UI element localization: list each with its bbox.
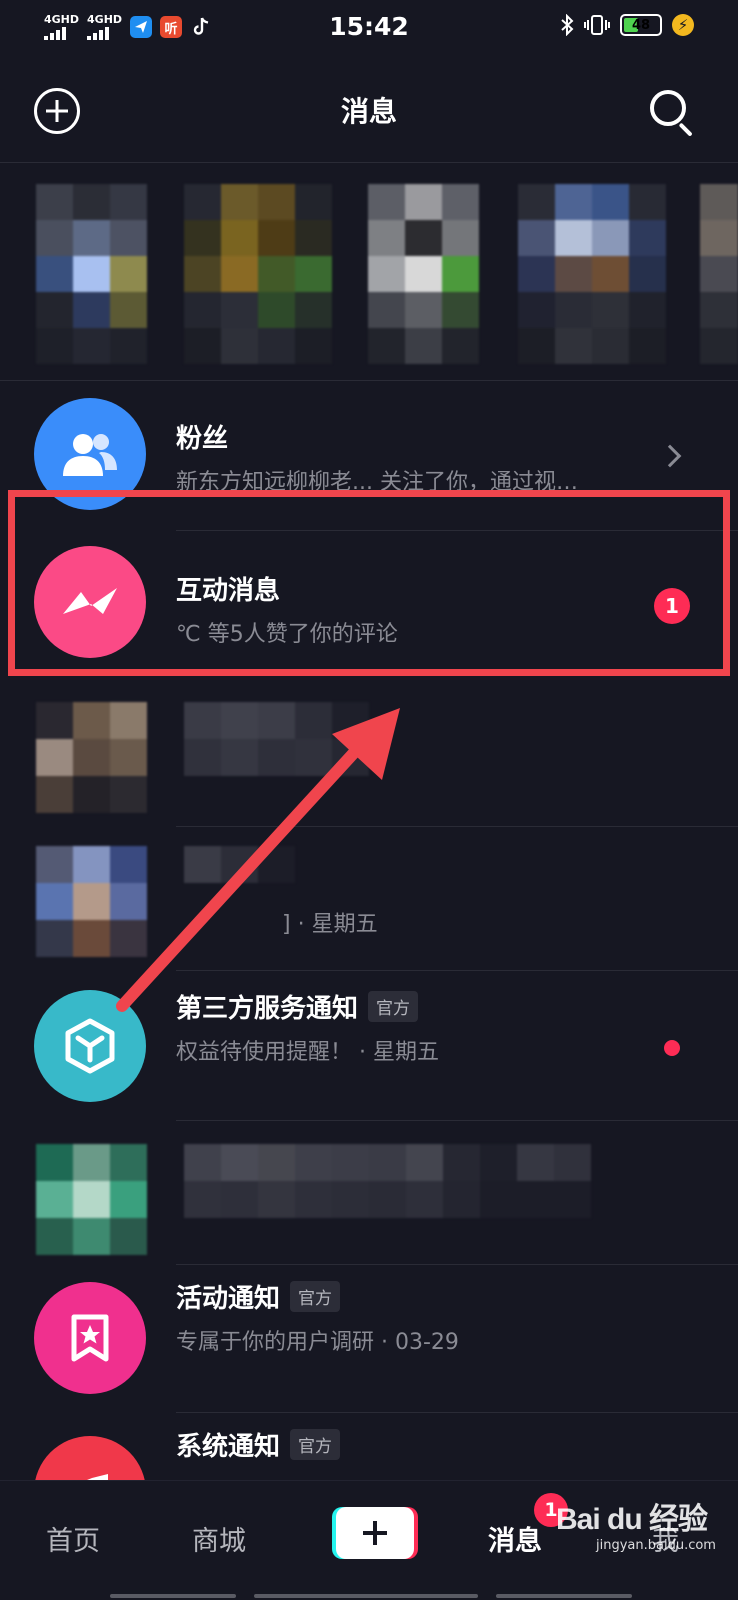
home-indicator <box>254 1594 478 1598</box>
annotation-arrow <box>116 708 400 1012</box>
nav-messages[interactable]: 消息 <box>488 1519 542 1558</box>
nav-mall[interactable]: 商城 <box>192 1519 246 1558</box>
watermark-logo: Bai du 经验 <box>556 1503 708 1536</box>
create-video-button[interactable] <box>332 1507 418 1559</box>
home-indicator <box>110 1594 236 1598</box>
home-indicator <box>496 1594 632 1598</box>
baidu-watermark: Bai du 经验 jingyan.baidu.com <box>556 1494 726 1554</box>
nav-home[interactable]: 首页 <box>46 1519 100 1558</box>
plus-icon <box>336 1507 414 1559</box>
watermark-url: jingyan.baidu.com <box>596 1538 716 1553</box>
